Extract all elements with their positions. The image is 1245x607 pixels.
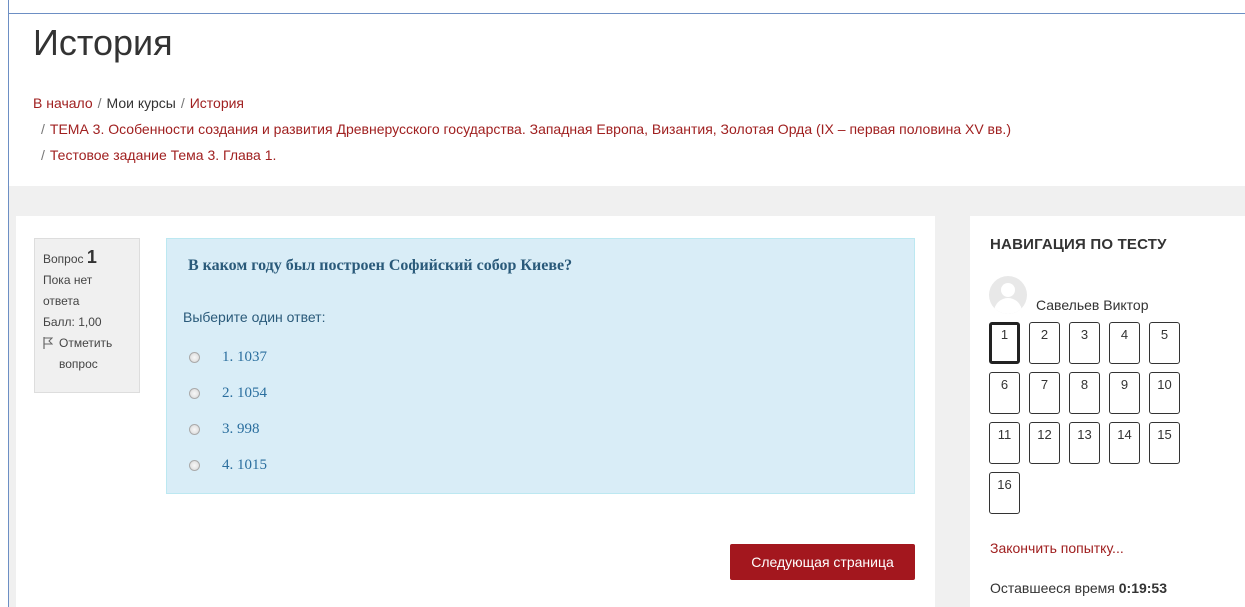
navigation-title: НАВИГАЦИЯ ПО ТЕСТУ bbox=[990, 236, 1167, 253]
next-page-button[interactable]: Следующая страница bbox=[730, 544, 915, 580]
answer-option[interactable]: 4. 1015 bbox=[189, 447, 267, 483]
question-nav-button[interactable]: 3 bbox=[1069, 322, 1100, 364]
radio-button[interactable] bbox=[189, 459, 200, 471]
breadcrumb-quiz-link[interactable]: Тестовое задание Тема 3. Глава 1. bbox=[50, 147, 277, 163]
question-nav-button[interactable]: 12 bbox=[1029, 422, 1060, 464]
answer-label: 3. 998 bbox=[222, 420, 260, 437]
question-nav-button[interactable]: 11 bbox=[989, 422, 1020, 464]
breadcrumb: В начало / Мои курсы / История / ТЕМА 3. Особ… bbox=[33, 90, 1011, 168]
answer-option[interactable]: 3. 998 bbox=[189, 411, 267, 447]
question-nav-button[interactable]: 4 bbox=[1109, 322, 1140, 364]
answer-list: 1. 1037 2. 1054 3. 998 4. 1015 bbox=[189, 339, 267, 483]
quiz-navigation: НАВИГАЦИЯ ПО ТЕСТУ Савельев Виктор 1 2 3… bbox=[970, 216, 1245, 607]
radio-button[interactable] bbox=[189, 423, 200, 435]
breadcrumb-course-link[interactable]: История bbox=[190, 95, 244, 111]
question-text: В каком году был построен Софийский собо… bbox=[188, 257, 573, 274]
breadcrumb-separator: / bbox=[41, 121, 45, 137]
question-nav-button[interactable]: 13 bbox=[1069, 422, 1100, 464]
question-score: Балл: 1,00 bbox=[43, 315, 102, 329]
answer-option[interactable]: 2. 1054 bbox=[189, 375, 267, 411]
flag-icon bbox=[43, 337, 53, 349]
breadcrumb-home-link[interactable]: В начало bbox=[33, 95, 93, 111]
question-nav-button[interactable]: 2 bbox=[1029, 322, 1060, 364]
page-header: История В начало / Мои курсы / История / ТЕМА… bbox=[9, 14, 1245, 186]
breadcrumb-separator: / bbox=[97, 95, 102, 111]
question-info: Вопрос 1 Пока нет ответа Балл: 1,00 Отмет… bbox=[34, 238, 140, 393]
answer-label: 1. 1037 bbox=[222, 348, 267, 365]
user-name[interactable]: Савельев Виктор bbox=[1036, 297, 1149, 313]
question-nav-button[interactable]: 16 bbox=[989, 472, 1020, 514]
question-nav-button[interactable]: 9 bbox=[1109, 372, 1140, 414]
question-nav-button[interactable]: 14 bbox=[1109, 422, 1140, 464]
question-nav-button[interactable]: 8 bbox=[1069, 372, 1100, 414]
question-nav-button[interactable]: 7 bbox=[1029, 372, 1060, 414]
time-label: Оставшееся время bbox=[990, 580, 1115, 596]
answer-label: 4. 1015 bbox=[222, 456, 267, 473]
answer-option[interactable]: 1. 1037 bbox=[189, 339, 267, 375]
avatar[interactable] bbox=[989, 276, 1027, 314]
radio-button[interactable] bbox=[189, 387, 200, 399]
question-status: Пока нет ответа bbox=[43, 273, 93, 308]
question-content: В каком году был построен Софийский собо… bbox=[166, 238, 915, 494]
answer-prompt: Выберите один ответ: bbox=[183, 309, 326, 325]
question-nav-button[interactable]: 5 bbox=[1149, 322, 1180, 364]
question-label: Вопрос bbox=[43, 252, 84, 266]
question-region: Вопрос 1 Пока нет ответа Балл: 1,00 Отмет… bbox=[16, 216, 935, 607]
radio-button[interactable] bbox=[189, 351, 200, 363]
page-title: История bbox=[33, 22, 173, 63]
question-nav-button[interactable]: 6 bbox=[989, 372, 1020, 414]
finish-attempt-link[interactable]: Закончить попытку... bbox=[990, 540, 1124, 556]
breadcrumb-my-courses: Мои курсы bbox=[106, 95, 176, 111]
breadcrumb-separator: / bbox=[41, 147, 45, 163]
breadcrumb-topic-link[interactable]: ТЕМА 3. Особенности создания и развития … bbox=[50, 121, 1011, 137]
question-nav-button[interactable]: 15 bbox=[1149, 422, 1180, 464]
flag-question-label: Отметить вопрос bbox=[59, 336, 113, 371]
time-remaining: Оставшееся время 0:19:53 bbox=[990, 580, 1167, 596]
time-value: 0:19:53 bbox=[1118, 580, 1168, 596]
breadcrumb-separator: / bbox=[180, 95, 185, 111]
question-nav-button[interactable]: 1 bbox=[989, 322, 1020, 364]
question-number: 1 bbox=[86, 247, 97, 267]
question-nav-button[interactable]: 10 bbox=[1149, 372, 1180, 414]
answer-label: 2. 1054 bbox=[222, 384, 267, 401]
flag-question-link[interactable]: Отметить вопрос bbox=[43, 333, 139, 375]
